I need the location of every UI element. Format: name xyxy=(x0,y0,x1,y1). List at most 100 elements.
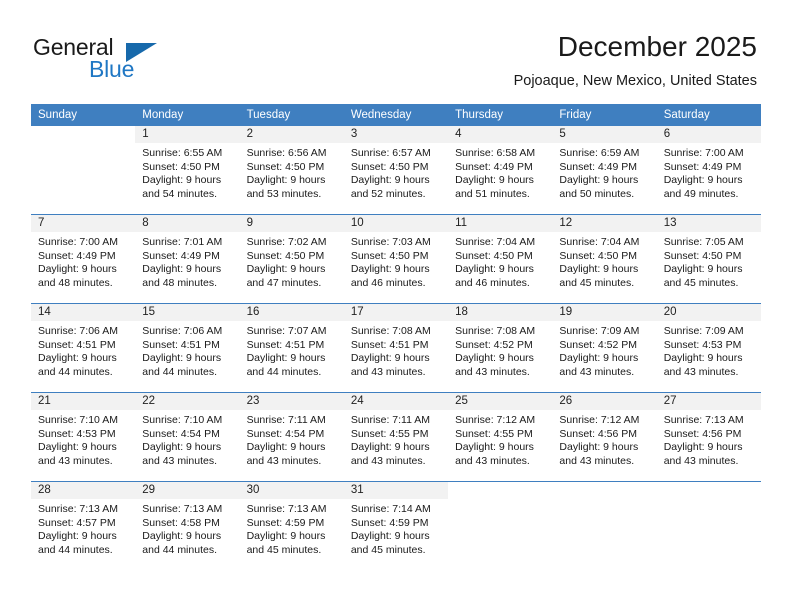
day-number: 19 xyxy=(552,304,657,321)
day-cell-content: 6 Sunrise: 7:00 AM Sunset: 4:49 PM Daylight… xyxy=(656,126,761,214)
calendar-day-cell[interactable]: 14 Sunrise: 7:06 AM Sunset: 4:51 PM Dayligh… xyxy=(31,303,136,393)
daylight-text: and 45 minutes. xyxy=(663,276,739,289)
sunrise-text: Sunrise: 6:58 AM xyxy=(455,147,536,159)
day-cell-content: 5 Sunrise: 6:59 AM Sunset: 4:49 PM Daylight… xyxy=(552,126,657,214)
calendar-day-cell[interactable]: 30 Sunrise: 7:13 AM Sunset: 4:59 PM Dayligh… xyxy=(239,481,344,570)
day-details: Sunrise: 7:01 AM Sunset: 4:49 PM Daylight:… xyxy=(135,232,239,290)
daylight-text: Daylight: 9 hours xyxy=(38,352,117,365)
daylight-text: Daylight: 9 hours xyxy=(142,530,222,543)
sunset-text: Sunset: 4:50 PM xyxy=(455,249,533,262)
day-cell-content: 30 Sunrise: 7:13 AM Sunset: 4:59 PM Dayligh… xyxy=(239,482,344,570)
sunrise-text: Sunrise: 7:13 AM xyxy=(663,414,744,426)
sunrise-text: Sunrise: 7:09 AM xyxy=(663,325,744,337)
calendar-day-cell[interactable]: 10 Sunrise: 7:03 AM Sunset: 4:50 PM Dayligh… xyxy=(343,214,449,304)
day-number: 11 xyxy=(448,215,553,232)
calendar-day-cell[interactable]: 18 Sunrise: 7:08 AM Sunset: 4:52 PM Dayligh… xyxy=(448,303,553,393)
day-details: Sunrise: 7:03 AM Sunset: 4:50 PM Daylight:… xyxy=(344,232,448,290)
day-details: Sunrise: 7:04 AM Sunset: 4:50 PM Daylight:… xyxy=(552,232,656,290)
calendar-body: 1 Sunrise: 6:55 AM Sunset: 4:50 PM Daylight… xyxy=(31,126,761,570)
daylight-text: Daylight: 9 hours xyxy=(142,352,222,365)
calendar-day-cell[interactable]: 3 Sunrise: 6:57 AM Sunset: 4:50 PM Daylight… xyxy=(343,126,449,215)
day-details: Sunrise: 7:00 AM Sunset: 4:49 PM Daylight:… xyxy=(31,232,135,290)
daylight-text: and 46 minutes. xyxy=(455,276,530,289)
calendar-day-cell[interactable]: 22 Sunrise: 7:10 AM Sunset: 4:54 PM Dayligh… xyxy=(135,392,240,482)
daylight-text: and 50 minutes. xyxy=(559,187,635,200)
daylight-text: Daylight: 9 hours xyxy=(663,441,743,454)
calendar-day-cell[interactable]: 8 Sunrise: 7:01 AM Sunset: 4:49 PM Daylight… xyxy=(135,214,240,304)
calendar-day-cell[interactable]: 12 Sunrise: 7:04 AM Sunset: 4:50 PM Dayligh… xyxy=(552,214,657,304)
sunset-text: Sunset: 4:59 PM xyxy=(246,516,325,529)
calendar-day-cell[interactable]: 17 Sunrise: 7:08 AM Sunset: 4:51 PM Dayligh… xyxy=(343,303,449,393)
daylight-text: Daylight: 9 hours xyxy=(663,263,743,276)
daylight-text: Daylight: 9 hours xyxy=(38,263,117,276)
calendar-day-cell[interactable]: 20 Sunrise: 7:09 AM Sunset: 4:53 PM Dayligh… xyxy=(656,303,761,393)
calendar-day-cell[interactable]: 26 Sunrise: 7:12 AM Sunset: 4:56 PM Dayligh… xyxy=(552,392,657,482)
sunset-text: Sunset: 4:51 PM xyxy=(246,338,325,351)
calendar-day-cell[interactable]: 31 Sunrise: 7:14 AM Sunset: 4:59 PM Dayligh… xyxy=(343,481,449,570)
day-number: 12 xyxy=(552,215,657,232)
weekday-header-row: Sunday Monday Tuesday Wednesday Thursday… xyxy=(31,104,761,126)
calendar-day-cell[interactable]: 28 Sunrise: 7:13 AM Sunset: 4:57 PM Dayligh… xyxy=(31,481,136,570)
daylight-text: and 43 minutes. xyxy=(559,454,635,467)
day-number: 2 xyxy=(239,126,344,143)
daylight-text: Daylight: 9 hours xyxy=(246,263,326,276)
sunrise-text: Sunrise: 7:02 AM xyxy=(246,236,327,248)
calendar-day-cell[interactable]: 24 Sunrise: 7:11 AM Sunset: 4:55 PM Dayligh… xyxy=(343,392,449,482)
sunset-text: Sunset: 4:52 PM xyxy=(455,338,533,351)
sunrise-text: Sunrise: 7:11 AM xyxy=(246,414,326,426)
calendar-day-cell[interactable]: 15 Sunrise: 7:06 AM Sunset: 4:51 PM Dayligh… xyxy=(135,303,240,393)
day-details: Sunrise: 6:58 AM Sunset: 4:49 PM Daylight:… xyxy=(448,143,552,201)
day-number xyxy=(448,482,552,499)
daylight-text: and 44 minutes. xyxy=(142,543,217,556)
calendar-day-cell[interactable]: 23 Sunrise: 7:11 AM Sunset: 4:54 PM Dayligh… xyxy=(239,392,344,482)
sunset-text: Sunset: 4:50 PM xyxy=(246,249,325,262)
day-details: Sunrise: 7:14 AM Sunset: 4:59 PM Daylight:… xyxy=(344,499,448,557)
calendar-day-cell[interactable]: 9 Sunrise: 7:02 AM Sunset: 4:50 PM Daylight… xyxy=(239,214,344,304)
daylight-text: and 44 minutes. xyxy=(246,365,322,378)
calendar-day-cell[interactable]: 16 Sunrise: 7:07 AM Sunset: 4:51 PM Dayligh… xyxy=(239,303,344,393)
daylight-text: and 49 minutes. xyxy=(663,187,739,200)
calendar-day-cell[interactable]: 25 Sunrise: 7:12 AM Sunset: 4:55 PM Dayligh… xyxy=(448,392,553,482)
calendar-day-cell[interactable]: 13 Sunrise: 7:05 AM Sunset: 4:50 PM Dayligh… xyxy=(656,214,761,304)
day-cell-content xyxy=(31,126,135,214)
day-number: 3 xyxy=(343,126,449,143)
calendar-day-cell[interactable]: 7 Sunrise: 7:00 AM Sunset: 4:49 PM Daylight… xyxy=(31,214,136,304)
calendar-day-cell[interactable]: 19 Sunrise: 7:09 AM Sunset: 4:52 PM Dayligh… xyxy=(552,303,657,393)
calendar-day-cell[interactable]: 1 Sunrise: 6:55 AM Sunset: 4:50 PM Daylight… xyxy=(135,126,240,215)
calendar-day-cell[interactable]: 4 Sunrise: 6:58 AM Sunset: 4:49 PM Daylight… xyxy=(448,126,553,215)
day-number: 25 xyxy=(448,393,553,410)
sunrise-text: Sunrise: 7:05 AM xyxy=(663,236,744,248)
sunrise-text: Sunrise: 7:04 AM xyxy=(559,236,640,248)
day-number: 15 xyxy=(135,304,240,321)
weekday-header-saturday: Saturday xyxy=(656,104,761,126)
weekday-header-thursday: Thursday xyxy=(448,104,553,126)
sunrise-text: Sunrise: 7:09 AM xyxy=(559,325,640,337)
daylight-text: and 45 minutes. xyxy=(246,543,322,556)
sunrise-text: Sunrise: 7:07 AM xyxy=(246,325,327,337)
calendar-week-row: 14 Sunrise: 7:06 AM Sunset: 4:51 PM Dayligh… xyxy=(31,303,761,393)
calendar-day-cell[interactable]: 2 Sunrise: 6:56 AM Sunset: 4:50 PM Daylight… xyxy=(239,126,344,215)
day-number: 27 xyxy=(656,393,761,410)
calendar-day-cell[interactable]: 21 Sunrise: 7:10 AM Sunset: 4:53 PM Dayligh… xyxy=(31,392,136,482)
calendar-day-cell-empty xyxy=(552,481,657,570)
calendar-day-cell[interactable]: 5 Sunrise: 6:59 AM Sunset: 4:49 PM Daylight… xyxy=(552,126,657,215)
day-cell-content: 23 Sunrise: 7:11 AM Sunset: 4:54 PM Dayligh… xyxy=(239,393,344,481)
daylight-text: Daylight: 9 hours xyxy=(559,263,639,276)
day-number xyxy=(552,482,656,499)
calendar-day-cell[interactable]: 27 Sunrise: 7:13 AM Sunset: 4:56 PM Dayligh… xyxy=(656,392,761,482)
day-number: 5 xyxy=(552,126,657,143)
day-cell-content: 31 Sunrise: 7:14 AM Sunset: 4:59 PM Dayligh… xyxy=(343,482,449,570)
day-details: Sunrise: 6:55 AM Sunset: 4:50 PM Daylight:… xyxy=(135,143,239,201)
calendar-day-cell[interactable]: 11 Sunrise: 7:04 AM Sunset: 4:50 PM Dayligh… xyxy=(448,214,553,304)
day-cell-content: 27 Sunrise: 7:13 AM Sunset: 4:56 PM Dayligh… xyxy=(656,393,761,481)
day-cell-content: 2 Sunrise: 6:56 AM Sunset: 4:50 PM Daylight… xyxy=(239,126,344,214)
weekday-header-tuesday: Tuesday xyxy=(239,104,344,126)
calendar-day-cell[interactable]: 6 Sunrise: 7:00 AM Sunset: 4:49 PM Daylight… xyxy=(656,126,761,215)
day-cell-content: 10 Sunrise: 7:03 AM Sunset: 4:50 PM Dayligh… xyxy=(343,215,449,303)
calendar-day-cell[interactable]: 29 Sunrise: 7:13 AM Sunset: 4:58 PM Dayligh… xyxy=(135,481,240,570)
daylight-text: and 45 minutes. xyxy=(350,543,426,556)
day-cell-content: 25 Sunrise: 7:12 AM Sunset: 4:55 PM Dayligh… xyxy=(448,393,553,481)
sunset-text: Sunset: 4:50 PM xyxy=(663,249,742,262)
day-number xyxy=(657,482,761,499)
day-cell-content xyxy=(657,482,761,570)
